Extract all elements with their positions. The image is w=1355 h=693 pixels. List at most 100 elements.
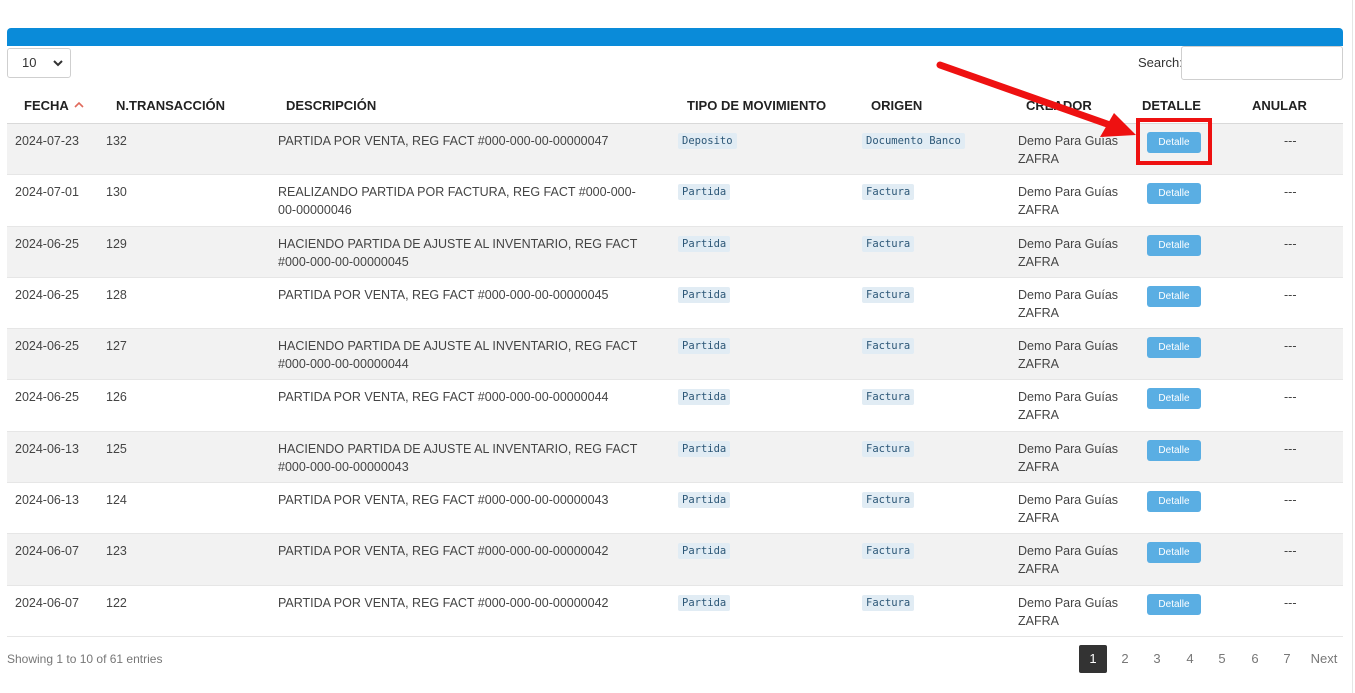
table-row: 2024-06-07 122 PARTIDA POR VENTA, REG FA… <box>7 586 1343 637</box>
tipo-badge: Partida <box>678 543 731 560</box>
table-row: 2024-07-01 130 REALIZANDO PARTIDA POR FA… <box>7 175 1343 227</box>
cell-anular: --- <box>1284 287 1297 302</box>
cell-descripcion: PARTIDA POR VENTA, REG FACT #000-000-00-… <box>278 595 609 610</box>
page-1-button[interactable]: 1 <box>1079 645 1107 673</box>
table-row: 2024-06-25 127 HACIENDO PARTIDA DE AJUST… <box>7 329 1343 381</box>
cell-fecha: 2024-07-01 <box>15 185 79 200</box>
detalle-button[interactable]: Detalle <box>1147 439 1201 461</box>
chevron-down-icon <box>53 60 63 67</box>
entries-per-page-select[interactable]: 10 <box>7 48 71 78</box>
next-page-button[interactable]: Next <box>1307 645 1341 673</box>
tipo-badge: Partida <box>678 184 731 201</box>
cell-fecha: 2024-06-25 <box>15 236 79 251</box>
cell-descripcion: PARTIDA POR VENTA, REG FACT #000-000-00-… <box>278 493 609 508</box>
tipo-badge: Partida <box>678 286 731 303</box>
tipo-badge: Partida <box>678 440 731 457</box>
cell-anular: --- <box>1284 236 1297 251</box>
cell-transaccion: 126 <box>106 390 127 405</box>
detalle-button[interactable]: Detalle <box>1147 388 1201 410</box>
cell-creador: Demo Para Guías ZAFRA <box>1018 185 1119 218</box>
page-4-button[interactable]: 4 <box>1178 645 1202 673</box>
entries-per-page-value: 10 <box>22 55 37 70</box>
detalle-button[interactable]: Detalle <box>1147 337 1201 359</box>
detalle-button[interactable]: Detalle <box>1147 285 1201 307</box>
col-anular-header[interactable]: ANULAR <box>1252 98 1307 113</box>
origen-badge: Factura <box>862 594 915 611</box>
detalle-button[interactable]: Detalle <box>1147 593 1201 615</box>
detalle-button[interactable]: Detalle <box>1147 542 1201 564</box>
table-row: 2024-06-25 129 HACIENDO PARTIDA DE AJUST… <box>7 226 1343 278</box>
table-row: 2024-06-13 125 HACIENDO PARTIDA DE AJUST… <box>7 431 1343 484</box>
cell-transaccion: 127 <box>106 339 127 354</box>
cell-anular: --- <box>1284 134 1297 148</box>
origen-badge: Factura <box>862 440 915 457</box>
cell-descripcion: PARTIDA POR VENTA, REG FACT #000-000-00-… <box>278 544 609 559</box>
cell-descripcion: PARTIDA POR VENTA, REG FACT #000-000-00-… <box>278 287 609 302</box>
origen-badge: Factura <box>862 338 915 355</box>
cell-fecha: 2024-06-13 <box>15 493 79 508</box>
col-descripcion-header[interactable]: DESCRIPCIÓN <box>286 98 376 113</box>
col-transaccion-header[interactable]: N.TRANSACCIÓN <box>116 98 225 113</box>
cell-fecha: 2024-06-25 <box>15 390 79 405</box>
sort-ascending-icon[interactable] <box>73 100 85 109</box>
page-edge-line <box>1352 0 1353 693</box>
cell-fecha: 2024-07-23 <box>15 134 79 148</box>
cell-anular: --- <box>1284 441 1297 456</box>
cell-descripcion: PARTIDA POR VENTA, REG FACT #000-000-00-… <box>278 390 609 405</box>
tipo-badge: Partida <box>678 594 731 611</box>
detalle-button[interactable]: Detalle <box>1147 234 1201 256</box>
cell-fecha: 2024-06-25 <box>15 287 79 302</box>
cell-fecha: 2024-06-25 <box>15 339 79 354</box>
table-body: 2024-07-23 132 PARTIDA POR VENTA, REG FA… <box>7 124 1343 637</box>
tipo-badge: Deposito <box>678 133 737 149</box>
table-row: 2024-06-13 124 PARTIDA POR VENTA, REG FA… <box>7 483 1343 535</box>
cell-descripcion: REALIZANDO PARTIDA POR FACTURA, REG FACT… <box>278 185 636 218</box>
cell-transaccion: 130 <box>106 185 127 200</box>
tipo-badge: Partida <box>678 389 731 406</box>
cell-creador: Demo Para Guías ZAFRA <box>1018 390 1119 423</box>
table-row: 2024-06-25 126 PARTIDA POR VENTA, REG FA… <box>7 380 1343 432</box>
origen-badge: Factura <box>862 543 915 560</box>
detalle-button[interactable]: Detalle <box>1147 491 1201 513</box>
origen-badge: Factura <box>862 286 915 303</box>
cell-descripcion: HACIENDO PARTIDA DE AJUSTE AL INVENTARIO… <box>278 339 638 372</box>
cell-descripcion: HACIENDO PARTIDA DE AJUSTE AL INVENTARIO… <box>278 441 638 474</box>
cell-creador: Demo Para Guías ZAFRA <box>1018 493 1119 526</box>
cell-fecha: 2024-06-13 <box>15 441 79 456</box>
cell-anular: --- <box>1284 390 1297 405</box>
col-origen-header[interactable]: ORIGEN <box>871 98 922 113</box>
cell-transaccion: 128 <box>106 287 127 302</box>
cell-anular: --- <box>1284 185 1297 200</box>
origen-badge: Factura <box>862 184 915 201</box>
cell-anular: --- <box>1284 493 1297 508</box>
cell-descripcion: PARTIDA POR VENTA, REG FACT #000-000-00-… <box>278 134 609 148</box>
annotation-arrow-icon <box>936 61 1136 137</box>
origen-badge: Factura <box>862 389 915 406</box>
cell-creador: Demo Para Guías ZAFRA <box>1018 236 1119 269</box>
col-detalle-header[interactable]: DETALLE <box>1142 98 1201 113</box>
cell-creador: Demo Para Guías ZAFRA <box>1018 595 1119 628</box>
cell-transaccion: 125 <box>106 441 127 456</box>
page-2-button[interactable]: 2 <box>1113 645 1137 673</box>
cell-creador: Demo Para Guías ZAFRA <box>1018 544 1119 577</box>
cell-descripcion: HACIENDO PARTIDA DE AJUSTE AL INVENTARIO… <box>278 236 638 269</box>
col-fecha-header[interactable]: FECHA <box>24 98 69 113</box>
page-6-button[interactable]: 6 <box>1243 645 1267 673</box>
tipo-badge: Partida <box>678 235 731 252</box>
cell-transaccion: 132 <box>106 134 127 148</box>
detalle-button[interactable]: Detalle <box>1147 183 1201 205</box>
page-5-button[interactable]: 5 <box>1210 645 1234 673</box>
col-tipo-header[interactable]: TIPO DE MOVIMIENTO <box>687 98 826 113</box>
tipo-badge: Partida <box>678 338 731 355</box>
page-7-button[interactable]: 7 <box>1275 645 1299 673</box>
cell-transaccion: 123 <box>106 544 127 559</box>
search-input[interactable] <box>1181 46 1343 80</box>
cell-transaccion: 122 <box>106 595 127 610</box>
entries-info: Showing 1 to 10 of 61 entries <box>7 652 163 666</box>
origen-badge: Factura <box>862 492 915 509</box>
cell-fecha: 2024-06-07 <box>15 544 79 559</box>
page-3-button[interactable]: 3 <box>1145 645 1169 673</box>
origen-badge: Factura <box>862 235 915 252</box>
cell-fecha: 2024-06-07 <box>15 595 79 610</box>
cell-transaccion: 129 <box>106 236 127 251</box>
